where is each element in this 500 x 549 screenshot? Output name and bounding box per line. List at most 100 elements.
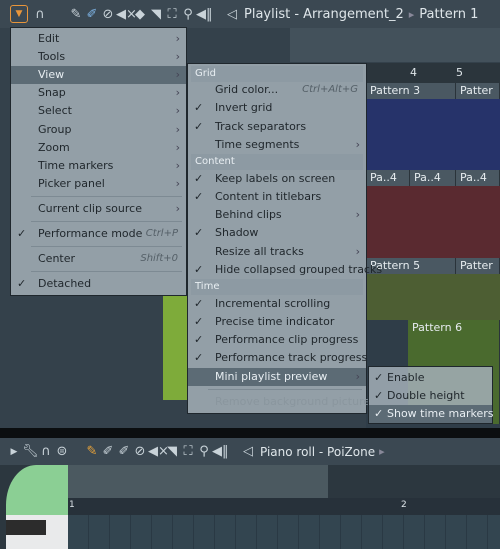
ruler-label: 1 bbox=[69, 500, 75, 510]
menu-item-select[interactable]: Select › bbox=[11, 102, 186, 120]
slice-icon[interactable]: ◥ bbox=[164, 444, 180, 459]
clip-pattern[interactable]: Patter bbox=[456, 258, 500, 274]
slice-icon[interactable]: ◥ bbox=[148, 7, 164, 22]
menu-item-performance-mode[interactable]: ✓ Performance mode Ctrl+P bbox=[11, 225, 186, 243]
note-grid[interactable] bbox=[68, 515, 500, 549]
menu-item-zoom[interactable]: Zoom › bbox=[11, 139, 186, 157]
view-item-time-segments[interactable]: Time segments › bbox=[188, 136, 366, 154]
track-red[interactable]: Pa..4 Pa..4 Pa..4 bbox=[366, 170, 500, 258]
chevron-right-icon: › bbox=[175, 50, 180, 63]
clip-pattern-4[interactable]: Pa..4 bbox=[456, 170, 500, 186]
pencil-icon[interactable]: ✎ bbox=[68, 7, 84, 22]
view-item-mini-playlist-preview[interactable]: Mini playlist preview › bbox=[188, 368, 366, 386]
menu-item-snap[interactable]: Snap › bbox=[11, 84, 186, 102]
view-item-hide-collapsed-grouped-tracks[interactable]: ✓ Hide collapsed grouped tracks bbox=[188, 261, 382, 279]
menu-item-view[interactable]: View › bbox=[11, 66, 186, 84]
menu-item-time-markers[interactable]: Time markers › bbox=[11, 157, 186, 175]
check-icon: ✓ bbox=[194, 226, 204, 239]
menu-item-group[interactable]: Group › bbox=[11, 121, 186, 139]
mute-icon[interactable]: ◀× bbox=[148, 444, 169, 459]
menu-item-label: Mini playlist preview bbox=[215, 370, 328, 383]
track-blue[interactable]: Pattern 3 Patter bbox=[366, 83, 500, 170]
view-item-performance-clip-progress[interactable]: ✓ Performance clip progress bbox=[188, 331, 366, 349]
slip-icon[interactable]: ◆ bbox=[132, 7, 148, 22]
piano-keys[interactable] bbox=[6, 515, 68, 549]
menu-item-label: Performance track progress bbox=[215, 351, 368, 364]
track-header-green[interactable] bbox=[163, 296, 187, 400]
view-item-behind-clips[interactable]: Behind clips › bbox=[188, 206, 366, 224]
timeline-ruler[interactable]: 4 5 bbox=[366, 63, 500, 83]
mute-icon[interactable]: ◀× bbox=[116, 7, 137, 22]
menu-item-label: View bbox=[38, 68, 65, 81]
mini-playlist-preview[interactable] bbox=[290, 28, 500, 62]
view-item-resize-all-tracks[interactable]: Resize all tracks › bbox=[188, 243, 366, 261]
piano-roll-ruler[interactable]: 1 2 bbox=[68, 498, 500, 515]
playlist-toolbar: ▼ ∩ ✎ ✐ ⊘ ◀× ◆ ◥ ⛶ ⚲ ◀‖ ◁ Playlist - Arr… bbox=[0, 0, 500, 28]
preview-item-double-height[interactable]: ✓ Double height bbox=[369, 387, 492, 405]
playback-icon[interactable]: ◀‖ bbox=[196, 7, 213, 22]
delete-icon[interactable]: ⊘ bbox=[132, 444, 148, 459]
mini-preview[interactable] bbox=[68, 465, 328, 498]
preview-item-show-time-markers[interactable]: ✓ Show time markers bbox=[369, 405, 494, 423]
menu-item-tools[interactable]: Tools › bbox=[11, 48, 186, 66]
view-item-precise-time-indicator[interactable]: ✓ Precise time indicator bbox=[188, 313, 366, 331]
zoom-icon[interactable]: ⚲ bbox=[180, 7, 196, 22]
zoom-icon[interactable]: ⚲ bbox=[196, 444, 212, 459]
window-title: Playlist - Arrangement_2 bbox=[244, 6, 404, 22]
track-green[interactable]: Pattern 5 Patter bbox=[366, 258, 500, 320]
check-icon: ✓ bbox=[17, 227, 27, 240]
playback-icon[interactable]: ◀‖ bbox=[212, 444, 229, 459]
check-icon: ✓ bbox=[194, 263, 204, 276]
check-icon: ✓ bbox=[17, 277, 27, 290]
pencil-icon[interactable]: ✎ bbox=[84, 444, 100, 459]
menu-item-edit[interactable]: Edit › bbox=[11, 30, 186, 48]
paint-brush-icon[interactable]: ✐ bbox=[100, 444, 116, 459]
menu-item-current-clip-source[interactable]: Current clip source › bbox=[11, 200, 186, 218]
menu-arrow-icon[interactable]: ▼ bbox=[10, 5, 28, 23]
erase-icon[interactable]: ✐ bbox=[116, 444, 132, 459]
menu-item-label: Time markers bbox=[38, 159, 114, 172]
menu-item-label: Detached bbox=[38, 277, 92, 290]
menu-item-label: Invert grid bbox=[215, 101, 273, 114]
view-item-content-in-titlebars[interactable]: ✓ Content in titlebars bbox=[188, 188, 366, 206]
view-item-track-separators[interactable]: ✓ Track separators bbox=[188, 118, 366, 136]
magnet-icon[interactable]: ∩ bbox=[38, 444, 54, 459]
shortcut-label: Ctrl+Alt+G bbox=[302, 84, 358, 95]
menu-separator bbox=[31, 246, 182, 247]
ruler-label: 2 bbox=[401, 500, 407, 510]
view-item-shadow[interactable]: ✓ Shadow bbox=[188, 224, 366, 242]
magnet-icon[interactable]: ∩ bbox=[32, 7, 48, 22]
clip-pattern-3[interactable]: Pattern 3 bbox=[366, 83, 456, 99]
select-icon[interactable]: ⛶ bbox=[180, 444, 196, 459]
view-item-incremental-scrolling[interactable]: ✓ Incremental scrolling bbox=[188, 295, 366, 313]
snap-icon[interactable]: ⊜ bbox=[54, 444, 70, 459]
menu-item-center[interactable]: Center Shift+0 bbox=[11, 250, 186, 268]
menu-item-label: Select bbox=[38, 104, 72, 117]
wrench-icon[interactable]: 🔧︎ bbox=[22, 444, 39, 459]
check-icon: ✓ bbox=[374, 407, 384, 420]
menu-item-label: Edit bbox=[38, 32, 60, 45]
clip-pattern-4[interactable]: Pa..4 bbox=[366, 170, 410, 186]
check-icon: ✓ bbox=[374, 389, 384, 402]
menu-item-detached[interactable]: ✓ Detached bbox=[11, 275, 186, 293]
menu-item-label: Track separators bbox=[215, 120, 307, 133]
view-item-grid-color[interactable]: Grid color... Ctrl+Alt+G bbox=[188, 81, 366, 99]
chevron-right-icon: › bbox=[175, 123, 180, 136]
menu-arrow-icon[interactable]: ▶ bbox=[6, 447, 22, 457]
view-item-invert-grid[interactable]: ✓ Invert grid bbox=[188, 99, 366, 117]
select-icon[interactable]: ⛶ bbox=[164, 7, 180, 22]
menu-separator bbox=[31, 271, 182, 272]
view-item-performance-track-progress[interactable]: ✓ Performance track progress bbox=[188, 349, 368, 367]
clip-pattern-4[interactable]: Pa..4 bbox=[410, 170, 456, 186]
speaker-icon: ◁ bbox=[227, 6, 237, 22]
shortcut-label: Ctrl+P bbox=[145, 228, 178, 239]
menu-section-header: Time bbox=[191, 279, 363, 295]
menu-item-label: Performance clip progress bbox=[215, 333, 359, 346]
delete-icon[interactable]: ⊘ bbox=[100, 7, 116, 22]
clip-pattern[interactable]: Patter bbox=[456, 83, 500, 99]
menu-item-picker-panel[interactable]: Picker panel › bbox=[11, 175, 186, 193]
pattern-selector[interactable]: Pattern 1 bbox=[419, 7, 478, 22]
preview-item-enable[interactable]: ✓ Enable bbox=[369, 369, 492, 387]
view-item-keep-labels-on-screen[interactable]: ✓ Keep labels on screen bbox=[188, 170, 366, 188]
paint-brush-icon[interactable]: ✐ bbox=[84, 7, 100, 22]
